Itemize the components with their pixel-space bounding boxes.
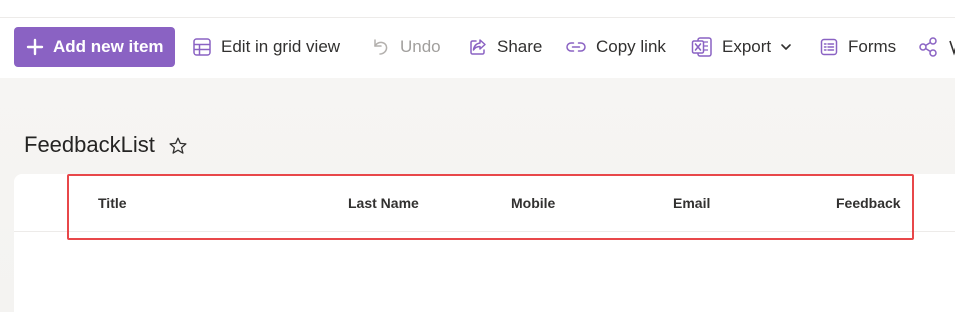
link-icon — [566, 42, 586, 52]
undo-label: Undo — [400, 37, 441, 56]
edit-grid-view-button[interactable]: Edit in grid view — [192, 27, 340, 67]
command-bar: Add new item Edit in grid view Undo Shar… — [0, 18, 955, 78]
add-new-item-label: Add new item — [53, 37, 164, 56]
plus-icon — [26, 38, 44, 56]
integrate-button[interactable] — [918, 27, 955, 67]
list-title: FeedbackList — [24, 132, 155, 157]
chevron-down-icon — [781, 44, 791, 50]
copy-link-button[interactable]: Copy link — [565, 27, 666, 67]
copy-link-label: Copy link — [596, 37, 666, 56]
share-network-icon — [919, 37, 937, 57]
share-label: Share — [497, 37, 543, 56]
share-icon — [470, 39, 486, 55]
share-button[interactable]: Share — [468, 27, 542, 67]
forms-label: Forms — [848, 37, 897, 56]
star-icon[interactable] — [168, 136, 188, 156]
edit-grid-view-label: Edit in grid view — [221, 37, 341, 56]
forms-button[interactable]: Forms — [819, 27, 896, 67]
excel-icon — [691, 37, 712, 57]
undo-button[interactable]: Undo — [371, 27, 441, 67]
highlight-annotation-box — [67, 174, 914, 240]
grid-icon — [193, 38, 211, 56]
top-strip — [0, 0, 955, 18]
undo-icon — [374, 39, 388, 55]
export-button[interactable]: Export — [691, 27, 792, 67]
add-new-item-button[interactable]: Add new item — [14, 27, 175, 67]
partial-label-glyph — [949, 40, 955, 56]
export-label: Export — [722, 37, 772, 56]
forms-icon — [820, 38, 838, 56]
